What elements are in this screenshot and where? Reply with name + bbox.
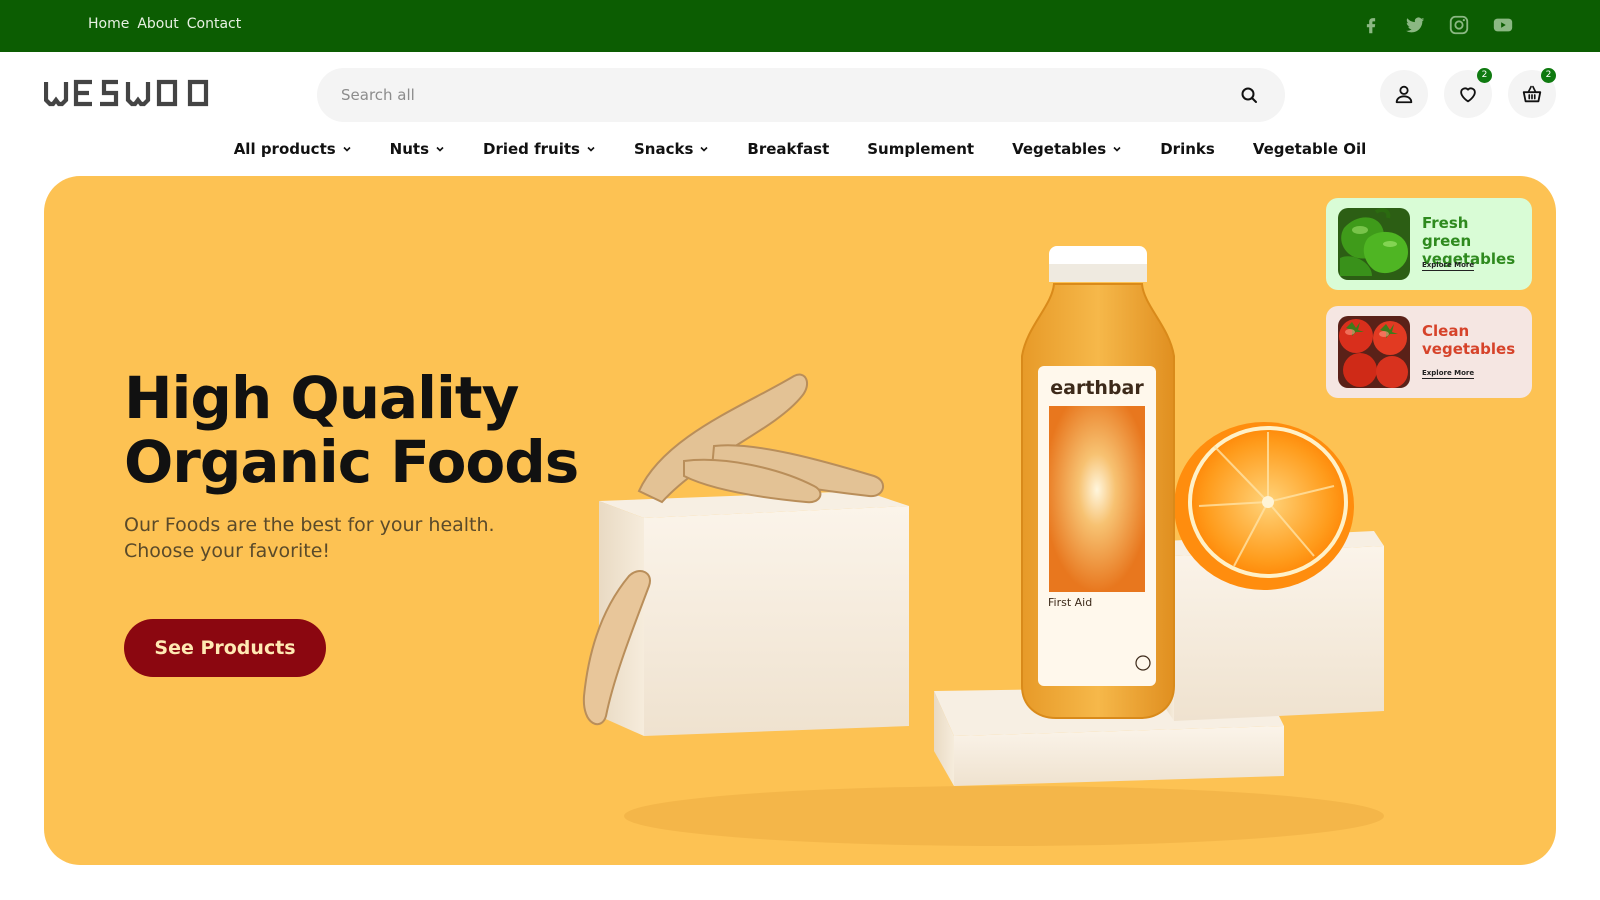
nav-item-label: Sumplement [867, 140, 975, 158]
nav-item-label: Dried fruits [483, 140, 580, 158]
hero-title: High Quality Organic Foods [124, 364, 579, 496]
nav-item-label: All products [233, 140, 336, 158]
nav-item-dried-fruits[interactable]: Dried fruits [464, 136, 615, 162]
nav-item-breakfast[interactable]: Breakfast [728, 136, 848, 162]
youtube-icon[interactable] [1492, 14, 1514, 36]
cart-button[interactable]: 2 [1508, 68, 1556, 118]
explore-more-link[interactable]: Explore More [1422, 260, 1475, 271]
top-link-about[interactable]: About [137, 16, 178, 32]
search-input[interactable] [341, 68, 1201, 122]
instagram-icon[interactable] [1448, 14, 1470, 36]
top-links: Home About Contact [88, 16, 241, 32]
green-peppers-image [1338, 208, 1410, 280]
nav-item-label: Nuts [389, 140, 430, 158]
nav-item-snacks[interactable]: Snacks [615, 136, 728, 162]
search-bar [317, 68, 1285, 122]
top-bar: Home About Contact [0, 0, 1600, 52]
category-nav: All products Nuts Dried fruits Snacks Br… [0, 136, 1600, 162]
hero-banner: High Quality Organic Foods Our Foods are… [44, 176, 1556, 865]
chevron-down-icon [343, 146, 351, 152]
wishlist-count-badge: 2 [1477, 68, 1492, 83]
top-link-home[interactable]: Home [88, 16, 129, 32]
see-products-button[interactable]: See Products [124, 619, 326, 677]
heart-icon [1460, 87, 1476, 103]
nav-item-nuts[interactable]: Nuts [371, 136, 464, 162]
social-links [1360, 14, 1514, 36]
top-link-contact[interactable]: Contact [187, 16, 241, 32]
nav-item-all-products[interactable]: All products [215, 136, 371, 162]
nav-item-label: Snacks [633, 140, 694, 158]
promo-title: Clean vegetables [1422, 322, 1516, 358]
promo-card-clean-vegetables[interactable]: Clean vegetables Explore More [1326, 306, 1532, 398]
logo-wordmark [43, 79, 209, 107]
basket-icon [1522, 85, 1542, 103]
chevron-down-icon [700, 146, 708, 152]
cart-count-badge: 2 [1541, 68, 1556, 83]
nav-item-label: Breakfast [747, 140, 830, 158]
nav-item-label: Vegetable Oil [1252, 140, 1367, 158]
nav-item-label: Drinks [1160, 140, 1215, 158]
hero-product-image: earthbar First Aid [582, 246, 1384, 846]
hero-subtitle: Our Foods are the best for your health. … [124, 514, 495, 562]
tomatoes-image [1338, 316, 1410, 388]
nav-item-vegetable-oil[interactable]: Vegetable Oil [1234, 136, 1385, 162]
facebook-icon[interactable] [1360, 14, 1382, 36]
bottle-brand: earthbar [1050, 377, 1144, 399]
logo[interactable] [43, 78, 224, 108]
twitter-icon[interactable] [1404, 14, 1426, 36]
user-icon [1395, 85, 1413, 104]
bottle-label: First Aid [1048, 596, 1092, 609]
chevron-down-icon [436, 146, 444, 152]
chevron-down-icon [1113, 146, 1121, 152]
search-icon[interactable] [1239, 85, 1259, 105]
nav-item-sumplement[interactable]: Sumplement [848, 136, 993, 162]
chevron-down-icon [587, 146, 595, 152]
nav-item-drinks[interactable]: Drinks [1141, 136, 1234, 162]
account-button[interactable] [1380, 70, 1428, 118]
wishlist-button[interactable]: 2 [1444, 68, 1492, 118]
nav-item-label: Vegetables [1012, 140, 1107, 158]
promo-card-green-vegetables[interactable]: Fresh green vegetables Explore More [1326, 198, 1532, 290]
explore-more-link[interactable]: Explore More [1422, 368, 1475, 379]
nav-item-vegetables[interactable]: Vegetables [993, 136, 1141, 162]
